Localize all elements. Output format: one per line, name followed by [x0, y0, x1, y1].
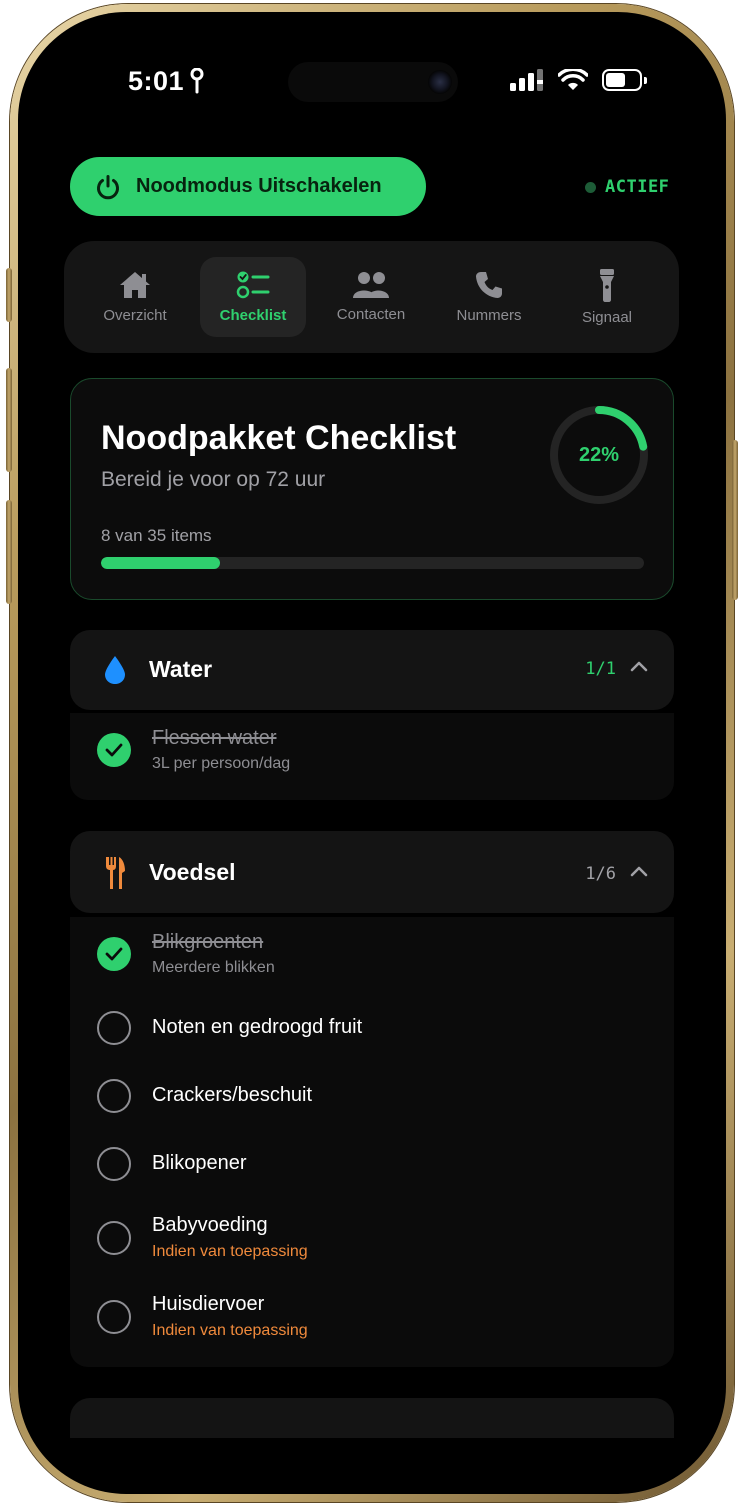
item-subtitle: Indien van toepassing: [152, 1322, 308, 1339]
checklist-icon: [236, 271, 270, 299]
power-icon: [97, 174, 119, 199]
section-title: Water: [149, 656, 213, 682]
progress-bar-fill: [101, 557, 221, 569]
tab-label: Contacten: [336, 306, 406, 323]
checkbox-unchecked[interactable]: [97, 1300, 131, 1334]
checklist-subtitle: Bereid je voor op 72 uur: [101, 468, 326, 491]
section-count: 1/1: [585, 659, 616, 679]
status-dot: [585, 181, 596, 193]
checkbox-checked[interactable]: [97, 937, 131, 971]
checklist-item[interactable]: Babyvoeding Indien van toepassing: [70, 1201, 674, 1281]
checkbox-unchecked[interactable]: [97, 1079, 131, 1113]
checkmark-icon: [105, 743, 123, 757]
tab-label: Overzicht: [103, 307, 167, 324]
section-title: Voedsel: [149, 859, 236, 885]
tab-label: Nummers: [456, 307, 522, 324]
camera-icon: [428, 70, 452, 94]
status-time: 5:01: [128, 66, 185, 96]
checkbox-unchecked[interactable]: [97, 1221, 131, 1255]
signal-icon: [510, 69, 543, 91]
checkbox-unchecked[interactable]: [97, 1011, 131, 1045]
water-drop-icon: [105, 656, 125, 684]
item-subtitle: Meerdere blikken: [152, 959, 275, 976]
item-subtitle: Indien van toepassing: [152, 1243, 308, 1260]
fork-knife-icon: [106, 857, 125, 889]
chevron-up-icon: [630, 661, 648, 672]
checklist-progress-card: Noodpakket Checklist Bereid je voor op 7…: [70, 378, 674, 600]
location-icon: [190, 68, 204, 94]
chevron-up-icon: [630, 866, 648, 877]
power-button: [732, 440, 738, 600]
item-title: Flessen water: [152, 727, 277, 749]
progress-percent: 22%: [578, 443, 620, 466]
section-header-water[interactable]: Water 1/1: [70, 630, 674, 710]
progress-bar: [101, 557, 644, 569]
silent-switch: [6, 268, 12, 322]
tab-label: Signaal: [581, 309, 633, 326]
checklist-item[interactable]: Crackers/beschuit: [70, 1065, 674, 1133]
section-body-water: Flessen water 3L per persoon/dag: [70, 713, 674, 800]
section-count: 1/6: [585, 864, 616, 884]
checklist-item[interactable]: Blikopener: [70, 1133, 674, 1201]
emergency-mode-off-button[interactable]: Noodmodus Uitschakelen: [70, 157, 426, 216]
checklist-item[interactable]: Blikgroenten Meerdere blikken: [70, 917, 674, 997]
section-header-voedsel[interactable]: Voedsel 1/6: [70, 831, 674, 913]
checklist-title: Noodpakket Checklist: [101, 419, 457, 457]
tab-label: Checklist: [219, 307, 287, 324]
house-icon: [120, 272, 150, 298]
emergency-status-label: ACTIEF: [605, 177, 670, 197]
tab-contacten[interactable]: Contacten: [318, 257, 424, 337]
checklist-item[interactable]: Huisdiervoer Indien van toepassing: [70, 1281, 674, 1361]
checklist-item[interactable]: Noten en gedroogd fruit: [70, 997, 674, 1065]
item-title: Huisdiervoer: [152, 1293, 265, 1315]
status-icons: [510, 69, 647, 91]
phone-icon: [476, 272, 502, 298]
item-title: Babyvoeding: [152, 1214, 268, 1236]
tab-checklist[interactable]: Checklist: [200, 257, 306, 337]
tab-signaal[interactable]: Signaal: [554, 257, 660, 337]
item-subtitle: 3L per persoon/dag: [152, 755, 291, 772]
people-icon: [353, 272, 389, 298]
checkmark-icon: [105, 947, 123, 961]
section-body-voedsel: Blikgroenten Meerdere blikken Noten en g…: [70, 917, 674, 1367]
item-title: Blikgroenten: [152, 931, 264, 953]
flashlight-icon: [600, 269, 614, 302]
item-title: Noten en gedroogd fruit: [152, 1016, 363, 1038]
item-title: Crackers/beschuit: [152, 1084, 313, 1106]
volume-up-button: [6, 368, 12, 472]
volume-down-button: [6, 500, 12, 604]
checkbox-unchecked[interactable]: [97, 1147, 131, 1181]
tab-overzicht[interactable]: Overzicht: [82, 257, 188, 337]
item-title: Blikopener: [152, 1152, 247, 1174]
emergency-button-label: Noodmodus Uitschakelen: [136, 175, 382, 197]
wifi-icon: [558, 69, 588, 90]
tab-bar: Overzicht Checklist Contacten Nummers Si…: [64, 241, 679, 353]
checklist-item-count: 8 van 35 items: [101, 526, 212, 545]
section-header-next[interactable]: [70, 1398, 674, 1438]
tab-nummers[interactable]: Nummers: [436, 257, 542, 337]
screen: 5:01 Noodmodus Uitschakelen ACTIEF Overz…: [28, 22, 716, 1484]
checklist-item[interactable]: Flessen water 3L per persoon/dag: [70, 713, 674, 800]
checkbox-checked[interactable]: [97, 733, 131, 767]
battery-icon: [602, 69, 647, 91]
emergency-status: ACTIEF: [585, 177, 669, 197]
